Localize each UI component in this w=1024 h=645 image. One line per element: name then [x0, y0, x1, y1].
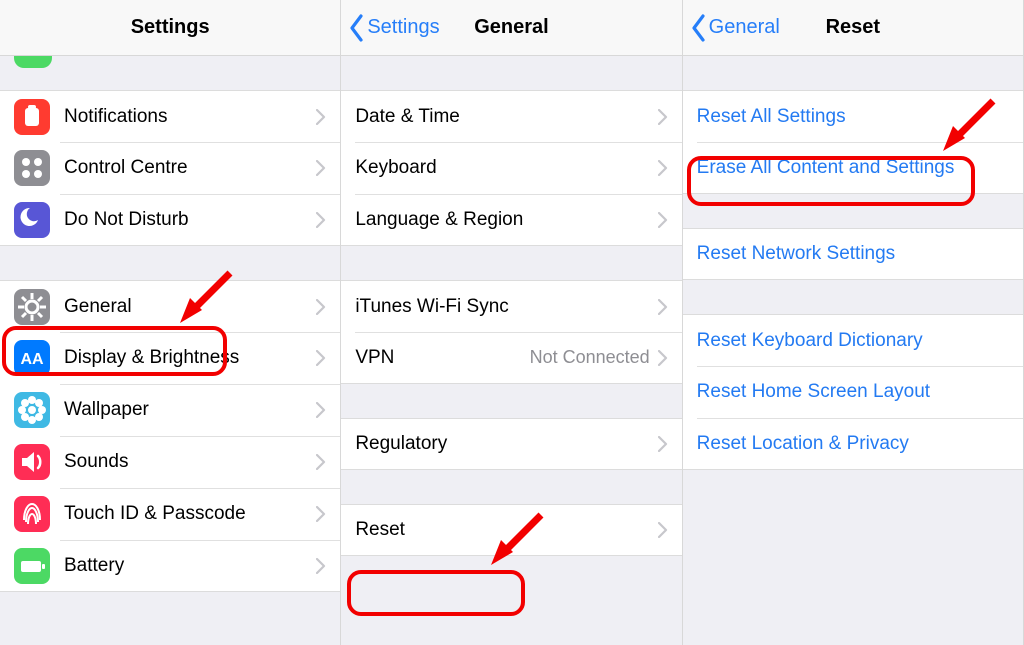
row-label: Erase All Content and Settings	[697, 157, 1009, 179]
settings-do-not-disturb[interactable]: Do Not Disturb	[0, 194, 340, 246]
gear-icon	[14, 289, 50, 325]
row-label: Battery	[64, 555, 316, 577]
general-reset[interactable]: Reset	[341, 504, 681, 556]
reset-reset-keyboard-dictionary[interactable]: Reset Keyboard Dictionary	[683, 314, 1023, 366]
reset-reset-network-settings[interactable]: Reset Network Settings	[683, 228, 1023, 280]
chevron-right-icon	[316, 454, 326, 470]
chevron-right-icon	[658, 109, 668, 125]
general-date-time[interactable]: Date & Time	[341, 90, 681, 142]
settings-panel: Settings Notifications Control Centre Do N…	[0, 0, 341, 645]
row-label: Date & Time	[355, 106, 657, 128]
reset-panel: General Reset Reset All Settings Erase Al…	[683, 0, 1024, 645]
speaker-icon	[14, 444, 50, 480]
row-label: Regulatory	[355, 433, 657, 455]
row-label: Control Centre	[64, 157, 316, 179]
reset-content: Reset All Settings Erase All Content and …	[683, 56, 1023, 645]
navbar-settings: Settings	[0, 0, 340, 56]
control-icon	[14, 150, 50, 186]
settings-sounds[interactable]: Sounds	[0, 436, 340, 488]
row-label: Sounds	[64, 451, 316, 473]
back-label: General	[709, 16, 780, 39]
row-label: Wallpaper	[64, 399, 316, 421]
chevron-right-icon	[658, 299, 668, 315]
row-label: Do Not Disturb	[64, 209, 316, 231]
row-label: Reset	[355, 519, 657, 541]
settings-general[interactable]: General	[0, 280, 340, 332]
settings-notifications[interactable]: Notifications	[0, 90, 340, 142]
settings-battery[interactable]: Battery	[0, 540, 340, 592]
finger-icon	[14, 496, 50, 532]
nav-title: Reset	[826, 16, 880, 39]
row-label: iTunes Wi-Fi Sync	[355, 296, 657, 318]
row-label: VPN	[355, 347, 529, 369]
general-language-region[interactable]: Language & Region	[341, 194, 681, 246]
chevron-right-icon	[658, 350, 668, 366]
general-content: Date & Time Keyboard Language & Region iTu…	[341, 56, 681, 645]
settings-wallpaper[interactable]: Wallpaper	[0, 384, 340, 436]
reset-reset-home-screen-layout[interactable]: Reset Home Screen Layout	[683, 366, 1023, 418]
row-label: Keyboard	[355, 157, 657, 179]
chevron-right-icon	[316, 350, 326, 366]
chevron-right-icon	[316, 506, 326, 522]
general-regulatory[interactable]: Regulatory	[341, 418, 681, 470]
reset-erase-all-content-and-settings[interactable]: Erase All Content and Settings	[683, 142, 1023, 194]
chevron-right-icon	[658, 522, 668, 538]
chevron-right-icon	[658, 436, 668, 452]
chevron-right-icon	[316, 212, 326, 228]
general-vpn[interactable]: VPNNot Connected	[341, 332, 681, 384]
chevron-right-icon	[316, 299, 326, 315]
row-label: Reset Keyboard Dictionary	[697, 330, 1009, 352]
navbar-general: Settings General	[341, 0, 681, 56]
general-itunes-wi-fi-sync[interactable]: iTunes Wi-Fi Sync	[341, 280, 681, 332]
toggle-sliver	[14, 56, 52, 68]
row-label: Notifications	[64, 106, 316, 128]
chevron-right-icon	[658, 212, 668, 228]
back-to-general[interactable]: General	[691, 14, 780, 42]
aa-icon	[14, 340, 50, 376]
row-label: General	[64, 296, 316, 318]
row-label: Reset Location & Privacy	[697, 433, 1009, 455]
settings-control-centre[interactable]: Control Centre	[0, 142, 340, 194]
settings-display-brightness[interactable]: Display & Brightness	[0, 332, 340, 384]
chevron-right-icon	[316, 402, 326, 418]
flower-icon	[14, 392, 50, 428]
row-label: Display & Brightness	[64, 347, 316, 369]
settings-touch-id-passcode[interactable]: Touch ID & Passcode	[0, 488, 340, 540]
chevron-right-icon	[316, 558, 326, 574]
nav-title: General	[474, 16, 548, 39]
chevron-right-icon	[658, 160, 668, 176]
nav-title: Settings	[131, 16, 210, 39]
notifications-icon	[14, 99, 50, 135]
row-label: Language & Region	[355, 209, 657, 231]
back-to-settings[interactable]: Settings	[349, 14, 439, 42]
row-value: Not Connected	[530, 347, 650, 368]
row-label: Reset All Settings	[697, 106, 1009, 128]
general-panel: Settings General Date & Time Keyboard Lang…	[341, 0, 682, 645]
battery-icon	[14, 548, 50, 584]
reset-reset-location-privacy[interactable]: Reset Location & Privacy	[683, 418, 1023, 470]
back-label: Settings	[367, 16, 439, 39]
navbar-reset: General Reset	[683, 0, 1023, 56]
row-label: Reset Home Screen Layout	[697, 381, 1009, 403]
chevron-right-icon	[316, 160, 326, 176]
reset-reset-all-settings[interactable]: Reset All Settings	[683, 90, 1023, 142]
row-label: Touch ID & Passcode	[64, 503, 316, 525]
moon-icon	[14, 202, 50, 238]
settings-content: Notifications Control Centre Do Not Distur…	[0, 56, 340, 645]
general-keyboard[interactable]: Keyboard	[341, 142, 681, 194]
row-label: Reset Network Settings	[697, 243, 1009, 265]
chevron-right-icon	[316, 109, 326, 125]
